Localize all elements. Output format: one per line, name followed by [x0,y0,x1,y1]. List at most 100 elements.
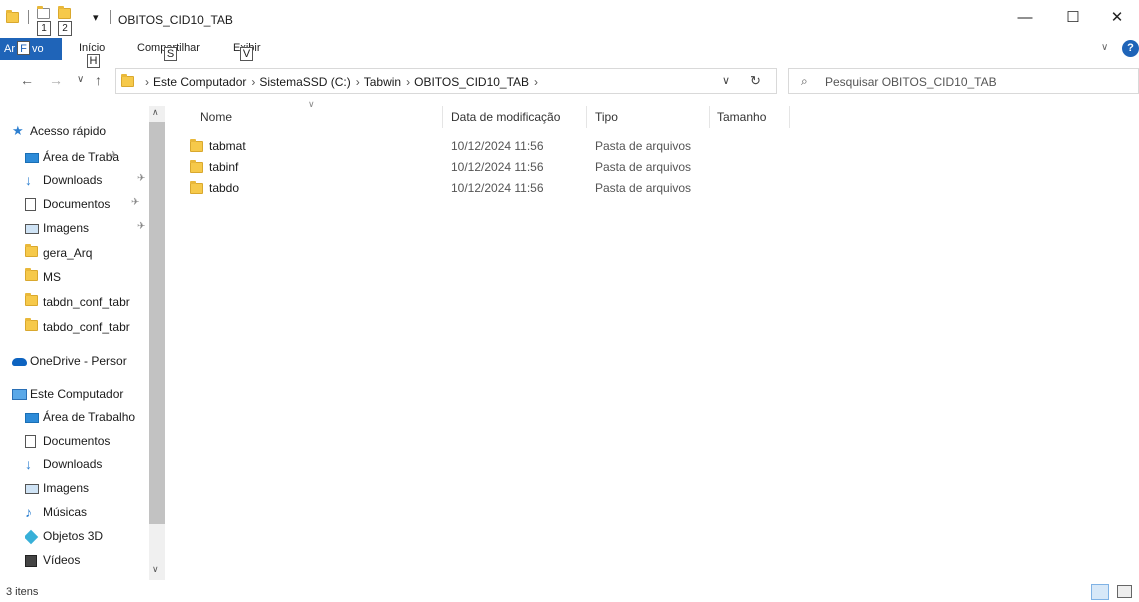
sidebar-item-pc-pictures[interactable]: Imagens [25,477,160,497]
sidebar-item-pc-music[interactable]: ♪ Músicas [25,501,160,521]
sidebar-item-ms[interactable]: MS [25,266,160,286]
minimize-button[interactable]: — [1015,8,1035,28]
sidebar-scrollbar[interactable]: ∧ ∨ [149,106,165,580]
search-input[interactable] [823,71,1127,93]
sidebar-item-label: OneDrive - Persor [30,353,127,368]
download-icon: ↓ [25,171,32,188]
scroll-up-icon[interactable]: ∧ [152,107,159,118]
pin-icon[interactable]: ✈ [137,217,145,237]
sidebar-item-label: Documentos [43,196,111,211]
pin-icon[interactable]: ✈ [137,169,145,189]
search-icon: ⌕ [801,74,808,88]
column-divider[interactable] [789,106,790,128]
sidebar-item-pc-3d[interactable]: Objetos 3D [25,525,160,545]
file-type: Pasta de arquivos [595,160,692,174]
column-divider[interactable] [709,106,710,128]
file-type: Pasta de arquivos [595,181,692,195]
table-row[interactable]: tabinf 10/12/2024 11:56 Pasta de arquivo… [180,157,780,178]
scrollbar-thumb[interactable] [149,122,165,524]
navigation-bar: ← → ∨ ↑ › Este Computador › SistemaSSD (C:)… [0,66,1139,96]
3d-objects-icon [25,529,39,544]
search-box[interactable]: ⌕ [788,68,1139,94]
column-header-name[interactable]: Nome [200,110,232,124]
table-row[interactable]: tabmat 10/12/2024 11:56 Pasta de arquivo… [180,136,780,157]
sidebar-item-tabdn-conf[interactable]: tabdn_conf_tabr [25,291,160,311]
sidebar-item-label: Objetos 3D [43,528,104,543]
sidebar-item-this-pc[interactable]: Este Computador [12,383,147,403]
column-divider[interactable] [586,106,587,128]
breadcrumb-separator-icon[interactable]: › [251,75,255,89]
pin-icon[interactable]: ✈ [109,146,117,166]
sidebar-item-label: Acesso rápido [30,123,107,138]
refresh-button[interactable]: ↻ [750,73,761,89]
sidebar-item-downloads[interactable]: ↓ Downloads ✈ [25,169,160,189]
breadcrumb-separator-icon[interactable]: › [356,75,360,89]
pin-icon[interactable]: ✈ [131,193,139,213]
sidebar-item-desktop[interactable]: Área de Traba ✈ [25,146,160,166]
computer-icon [12,389,27,401]
qat-properties-icon[interactable] [37,6,50,19]
qat-new-folder-icon[interactable] [58,6,71,19]
sidebar-item-pictures[interactable]: Imagens ✈ [25,217,160,237]
separator [28,10,29,24]
breadcrumb-separator-icon[interactable]: › [534,75,538,89]
qat-dropdown-icon[interactable]: ▾ [93,11,99,24]
close-button[interactable]: ✕ [1107,8,1127,28]
breadcrumb-item[interactable]: OBITOS_CID10_TAB [414,75,529,89]
sidebar-item-label: gera_Arq [43,245,93,260]
breadcrumb-item[interactable]: SistemaSSD (C:) [259,75,350,89]
file-name: tabinf [209,160,239,174]
tab-file-label-rest: vo [32,43,44,55]
breadcrumb-item[interactable]: Este Computador [153,75,246,89]
address-dropdown-icon[interactable]: ∨ [722,74,730,87]
column-divider[interactable] [442,106,443,128]
sidebar-item-pc-downloads[interactable]: ↓ Downloads [25,453,160,473]
folder-icon [25,267,38,281]
breadcrumb-item[interactable]: Tabwin [364,75,401,89]
sidebar-item-label: Este Computador [30,386,124,401]
desktop-icon [25,152,39,163]
tab-inicio[interactable]: Início [79,42,105,54]
ribbon-expand-icon[interactable]: ∨ [1101,42,1108,53]
sidebar-item-label: Imagens [43,480,90,495]
sort-indicator-icon: ∨ [308,99,315,109]
sidebar-item-label: tabdo_conf_tabr [43,319,130,334]
sidebar-item-pc-desktop[interactable]: Área de Trabalho [25,406,160,426]
sidebar-item-pc-videos[interactable]: Vídeos [25,549,160,569]
table-row[interactable]: tabdo 10/12/2024 11:56 Pasta de arquivos [180,178,780,199]
sidebar-item-label: Área de Trabalho [43,409,136,424]
sidebar-item-label: MS [43,269,61,284]
folder-icon [121,74,134,87]
maximize-button[interactable]: ☐ [1063,8,1083,28]
sidebar-item-onedrive[interactable]: OneDrive - Persor [12,350,147,370]
navigation-pane: ★ Acesso rápido Área de Traba ✈ ↓ Download… [0,106,165,580]
keytip-file: F [17,41,30,55]
recent-locations-button[interactable]: ∨ [77,74,84,85]
address-bar[interactable]: › Este Computador › SistemaSSD (C:) › Tabwin ›… [115,68,777,94]
back-button[interactable]: ← [20,72,34,88]
column-header-size[interactable]: Tamanho [717,110,766,124]
up-button[interactable]: ↑ [95,72,102,88]
sidebar-item-documents[interactable]: Documentos ✈ [25,193,160,213]
sidebar-item-pc-documents[interactable]: Documentos [25,430,160,450]
sidebar-item-tabdo-conf[interactable]: tabdo_conf_tabr [25,316,160,336]
title-bar: 1 2 ▾ OBITOS_CID10_TAB — ☐ ✕ [0,0,1139,38]
tab-file[interactable]: Ar Fvo [0,38,62,60]
documents-icon [25,198,36,212]
tab-file-label: Ar [4,43,15,55]
breadcrumb-separator-icon[interactable]: › [406,75,410,89]
sidebar-item-quick-access[interactable]: ★ Acesso rápido [12,120,147,140]
file-list: ∨ Nome Data de modificação Tipo Tamanho … [180,99,1139,580]
details-view-icon[interactable] [1091,584,1109,600]
forward-button[interactable]: → [49,72,63,88]
breadcrumb-separator-icon[interactable]: › [145,75,149,89]
column-header-type[interactable]: Tipo [595,110,618,124]
qat-keytip-1[interactable]: 1 [37,21,51,36]
sidebar-item-gera-arq[interactable]: gera_Arq [25,242,160,262]
qat-keytip-2[interactable]: 2 [58,21,72,36]
folder-icon [190,139,203,152]
large-icons-view-icon[interactable] [1117,585,1132,598]
scroll-down-icon[interactable]: ∨ [152,564,159,575]
help-icon[interactable]: ? [1122,40,1139,57]
column-header-date[interactable]: Data de modificação [451,110,560,124]
